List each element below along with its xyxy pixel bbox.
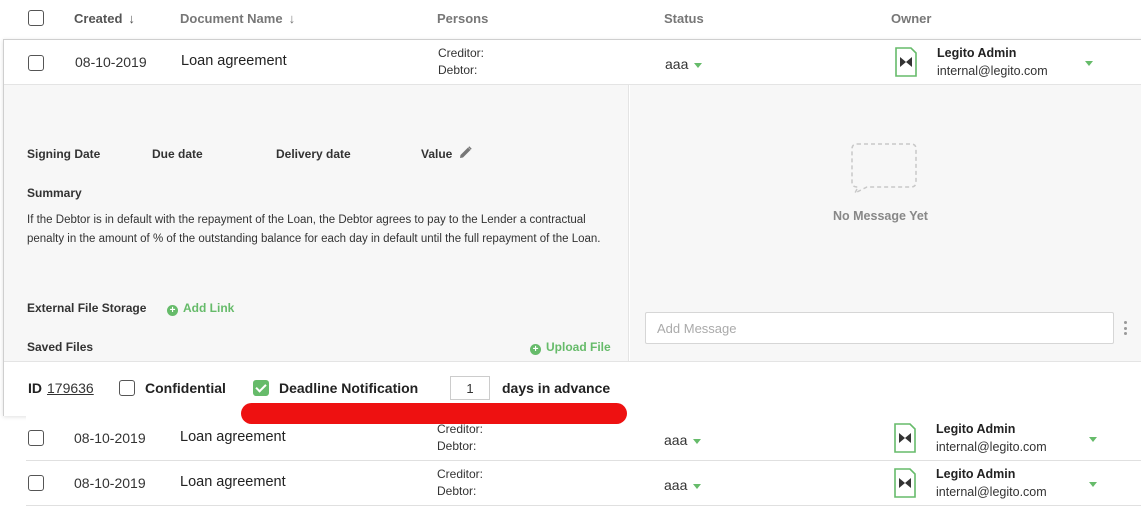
created-date: 08-10-2019	[75, 54, 147, 70]
confidential-checkbox[interactable]	[119, 380, 135, 396]
confidential-label: Confidential	[145, 380, 226, 396]
value-label: Value	[421, 147, 453, 161]
legito-logo-icon	[894, 468, 916, 498]
status-dropdown[interactable]: aaa	[664, 477, 702, 493]
chevron-down-icon	[694, 62, 703, 68]
owner-dropdown-chevron-icon[interactable]	[1089, 482, 1097, 487]
plus-circle-icon: +	[167, 305, 178, 316]
empty-chat-bubble-icon	[851, 143, 917, 193]
chevron-down-icon	[693, 483, 702, 489]
expanded-row-summary[interactable]: 08-10-2019 Loan agreement Creditor: Debt…	[4, 40, 1141, 85]
document-name[interactable]: Loan agreement	[180, 474, 286, 490]
more-options-icon[interactable]	[1124, 321, 1128, 338]
column-document-name-label: Document Name	[180, 11, 283, 26]
expanded-document-card: 08-10-2019 Loan agreement Creditor: Debt…	[3, 39, 1141, 416]
messages-panel: No Message Yet	[630, 85, 1141, 361]
created-date: 08-10-2019	[74, 475, 146, 491]
summary-label: Summary	[27, 186, 82, 200]
red-highlight-annotation	[241, 403, 627, 424]
external-file-storage-label: External File Storage	[27, 301, 147, 315]
status-dropdown[interactable]: aaa	[665, 56, 703, 72]
delivery-date-label: Delivery date	[276, 147, 351, 161]
column-owner: Owner	[891, 11, 932, 26]
debtor-label: Debtor:	[438, 63, 478, 77]
persons-cell: Creditor: Debtor:	[437, 421, 483, 455]
debtor-label: Debtor:	[437, 439, 477, 453]
status-value: aaa	[665, 56, 689, 72]
no-message-text: No Message Yet	[833, 209, 928, 223]
owner-name: Legito Admin	[936, 467, 1016, 481]
owner-email: internal@legito.com	[937, 64, 1048, 78]
add-link-label: Add Link	[183, 301, 235, 315]
add-link-button[interactable]: + Add Link	[167, 301, 234, 316]
table-row[interactable]: 08-10-2019 Loan agreement Creditor: Debt…	[26, 461, 1141, 506]
status-dropdown[interactable]: aaa	[664, 432, 702, 448]
row-checkbox[interactable]	[28, 55, 44, 71]
row-checkbox[interactable]	[28, 475, 44, 491]
row-checkbox[interactable]	[28, 430, 44, 446]
legito-logo-icon	[895, 47, 917, 77]
sort-arrow-down-icon: ↓	[288, 11, 296, 26]
document-name[interactable]: Loan agreement	[180, 429, 286, 445]
column-status: Status	[664, 11, 704, 26]
saved-files-label: Saved Files	[27, 340, 94, 354]
document-list: Created ↓ Document Name ↓ Persons Status O…	[0, 0, 1141, 514]
owner-email: internal@legito.com	[936, 440, 1047, 454]
owner-dropdown-chevron-icon[interactable]	[1089, 437, 1097, 442]
deadline-notification-checkbox[interactable]	[253, 380, 269, 396]
owner-dropdown-chevron-icon[interactable]	[1085, 61, 1093, 66]
document-id-link[interactable]: 179636	[47, 380, 94, 396]
owner-email: internal@legito.com	[936, 485, 1047, 499]
days-in-advance-label: days in advance	[502, 380, 611, 396]
days-in-advance-input[interactable]	[450, 376, 490, 400]
add-message-input[interactable]	[645, 312, 1114, 344]
persons-cell: Creditor: Debtor:	[437, 466, 483, 500]
column-persons: Persons	[437, 11, 489, 26]
column-document-name[interactable]: Document Name ↓	[180, 11, 295, 26]
creditor-label: Creditor:	[438, 46, 485, 60]
status-value: aaa	[664, 477, 688, 493]
signing-date-label: Signing Date	[27, 147, 101, 161]
legito-logo-icon	[894, 423, 916, 453]
sort-arrow-down-icon: ↓	[128, 11, 135, 26]
document-name[interactable]: Loan agreement	[181, 53, 287, 69]
status-value: aaa	[664, 432, 688, 448]
document-details-panel: Signing Date Due date Delivery date Valu…	[4, 85, 629, 361]
column-created[interactable]: Created ↓	[74, 11, 135, 26]
column-created-label: Created	[74, 11, 123, 26]
deadline-notification-label: Deadline Notification	[279, 380, 419, 396]
pencil-icon[interactable]	[459, 146, 472, 159]
due-date-label: Due date	[152, 147, 203, 161]
id-label: ID	[28, 380, 42, 396]
summary-text: If the Debtor is in default with the rep…	[27, 214, 601, 245]
chevron-down-icon	[693, 438, 702, 444]
select-all-checkbox[interactable]	[28, 10, 44, 26]
table-header: Created ↓ Document Name ↓ Persons Status O…	[0, 0, 1141, 38]
owner-name: Legito Admin	[936, 422, 1016, 436]
created-date: 08-10-2019	[74, 430, 146, 446]
debtor-label: Debtor:	[437, 484, 477, 498]
persons-cell: Creditor: Debtor:	[438, 45, 484, 79]
upload-file-label: Upload File	[546, 340, 611, 354]
creditor-label: Creditor:	[437, 467, 484, 481]
upload-file-button[interactable]: + Upload File	[530, 340, 611, 355]
owner-name: Legito Admin	[937, 46, 1017, 60]
plus-circle-icon: +	[530, 344, 541, 355]
